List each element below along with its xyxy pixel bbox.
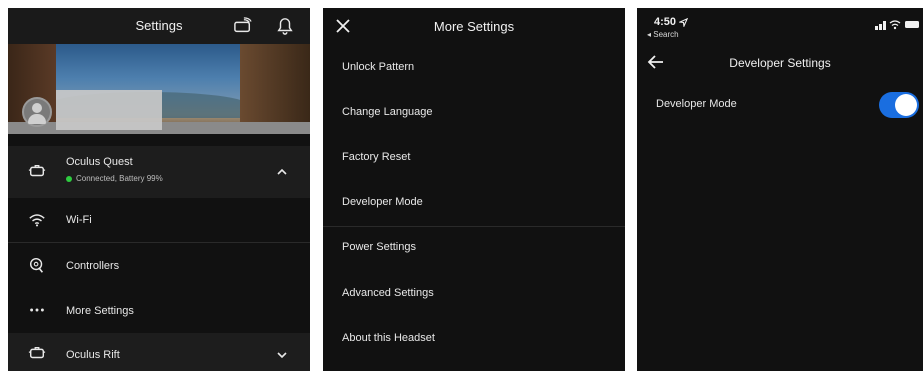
chevron-up-icon[interactable] bbox=[276, 166, 288, 178]
settings-header: Settings bbox=[8, 8, 310, 44]
blurred-username bbox=[56, 90, 162, 130]
more-settings-header: More Settings bbox=[323, 8, 625, 44]
menu-item-power-settings[interactable]: Power Settings bbox=[342, 241, 416, 253]
menu-item-factory-reset[interactable]: Factory Reset bbox=[342, 151, 410, 163]
sidebar-item-wifi[interactable]: Wi-Fi bbox=[8, 198, 310, 243]
settings-panel: Settings Oculus Quest Connected, Battery… bbox=[8, 8, 310, 371]
page-title: More Settings bbox=[433, 19, 515, 34]
cast-icon[interactable] bbox=[234, 17, 252, 35]
chevron-down-icon[interactable] bbox=[276, 349, 288, 361]
back-to-search[interactable]: ◂ Search bbox=[647, 30, 679, 39]
device-status: Connected, Battery 99% bbox=[66, 174, 163, 183]
page-title: Developer Settings bbox=[729, 56, 831, 70]
more-icon bbox=[30, 308, 44, 312]
sidebar-item-controllers[interactable]: Controllers bbox=[8, 243, 310, 288]
wifi-label: Wi-Fi bbox=[66, 214, 92, 226]
home-environment-image bbox=[8, 44, 310, 134]
signal-icon bbox=[875, 21, 886, 30]
menu-item-developer-mode[interactable]: Developer Mode bbox=[342, 196, 423, 208]
location-arrow-icon bbox=[677, 17, 689, 28]
page-title: Settings bbox=[135, 18, 183, 33]
controller-icon bbox=[29, 257, 44, 273]
developer-mode-label: Developer Mode bbox=[656, 98, 737, 110]
menu-item-change-language[interactable]: Change Language bbox=[342, 106, 433, 118]
menu-item-about-headset[interactable]: About this Headset bbox=[342, 332, 435, 344]
developer-settings-panel: 4:50 ◂ Search Developer Settings Develop… bbox=[637, 8, 923, 371]
toggle-knob bbox=[895, 94, 917, 116]
device-oculus-rift[interactable]: Oculus Rift bbox=[8, 333, 310, 371]
wifi-icon bbox=[29, 214, 45, 227]
divider bbox=[323, 226, 625, 227]
more-settings-panel: More Settings Unlock Pattern Change Lang… bbox=[323, 8, 625, 371]
headset-icon bbox=[28, 164, 46, 177]
avatar[interactable] bbox=[22, 97, 52, 127]
wifi-icon bbox=[889, 20, 901, 30]
status-time: 4:50 bbox=[654, 16, 689, 28]
controllers-label: Controllers bbox=[66, 260, 120, 272]
headset-icon bbox=[28, 346, 46, 359]
menu-item-unlock-pattern[interactable]: Unlock Pattern bbox=[342, 61, 414, 73]
connected-indicator bbox=[66, 175, 72, 182]
menu-item-advanced-settings[interactable]: Advanced Settings bbox=[342, 287, 434, 299]
sidebar-item-more-settings[interactable]: More Settings bbox=[8, 288, 310, 333]
device-name: Oculus Rift bbox=[66, 349, 120, 361]
bell-icon[interactable] bbox=[276, 17, 294, 35]
more-settings-label: More Settings bbox=[66, 305, 134, 317]
battery-icon bbox=[905, 21, 919, 28]
device-oculus-quest[interactable]: Oculus Quest Connected, Battery 99% bbox=[8, 146, 310, 198]
device-name: Oculus Quest bbox=[66, 156, 133, 168]
status-icons bbox=[875, 20, 919, 30]
developer-mode-toggle[interactable] bbox=[879, 92, 919, 118]
